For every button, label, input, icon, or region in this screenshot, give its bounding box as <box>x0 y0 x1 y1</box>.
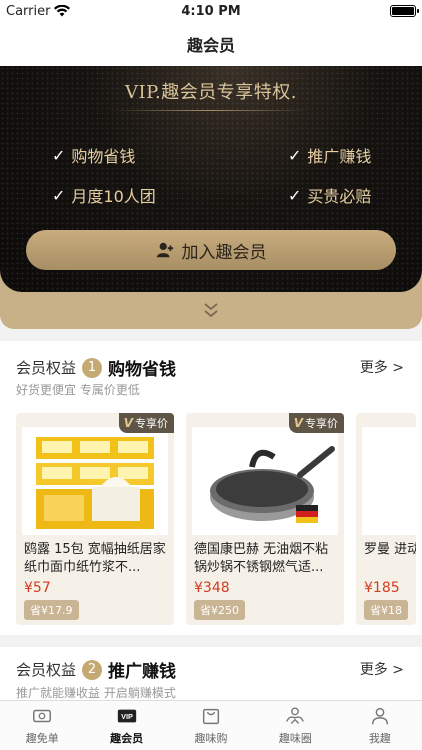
vip-v-icon: V <box>123 416 133 430</box>
benefit-item: ✓ 月度10人团 <box>52 183 156 207</box>
exclusive-price-badge: V 专享价 <box>118 413 174 433</box>
svg-text:VIP: VIP <box>121 712 133 721</box>
ticket-icon <box>33 709 52 723</box>
product-price: ¥57 <box>24 580 51 596</box>
section-subtitle: 推广就能赚收益 开启躺赚模式 <box>16 686 176 700</box>
check-icon: ✓ <box>288 185 302 205</box>
section-label: 会员权益 <box>16 661 77 679</box>
join-vip-label: 加入趣会员 <box>181 242 267 263</box>
exclusive-price-badge: V 专享价 <box>288 413 344 433</box>
product-list[interactable]: V 专享价 鸥露 15包 宽幅抽纸居家纸巾面巾纸竹浆不... ¥57 省¥17.… <box>16 413 416 625</box>
benefit-label: 买贵必赔 <box>307 187 372 206</box>
check-icon: ✓ <box>52 145 66 165</box>
tab-label: 趣味购 <box>194 732 228 745</box>
bag-icon <box>202 708 220 725</box>
product-image <box>362 427 416 535</box>
section-header: 会员权益 2 推广赚钱 <box>16 657 176 682</box>
benefit-label: 购物省钱 <box>71 147 136 166</box>
product-name: 鸥露 15包 宽幅抽纸居家纸巾面巾纸竹浆不... <box>24 542 166 575</box>
section-number-badge: 2 <box>82 659 103 680</box>
product-card[interactable]: V 专享价 德国康巴赫 无油烟不粘锅炒锅不锈钢燃气适... ¥348 省¥250 <box>186 413 344 625</box>
badge-label: 专享价 <box>305 417 338 430</box>
wifi-icon <box>54 5 71 17</box>
chevron-down-icon[interactable] <box>201 302 221 320</box>
benefit-label: 推广赚钱 <box>307 147 372 166</box>
benefit-item: ✓ 买贵必赔 <box>288 183 371 207</box>
vip-icon: VIP <box>117 709 136 723</box>
section-title: 推广赚钱 <box>108 662 177 682</box>
more-link[interactable]: 更多 > <box>360 357 404 377</box>
tab-free-order[interactable]: 趣免单 <box>0 701 84 750</box>
vip-banner-background: VIP.趣会员专享特权. ✓ 购物省钱 ✓ 推广赚钱 ✓ 月度10人团 ✓ 买贵… <box>0 66 422 292</box>
section-label: 会员权益 <box>16 359 77 377</box>
check-icon: ✓ <box>288 145 302 165</box>
section-promote-earn: 会员权益 2 推广赚钱 更多 > 推广就能赚收益 开启躺赚模式 <box>0 647 422 700</box>
nav-bar: 趣会员 <box>0 22 422 66</box>
section-header: 会员权益 1 购物省钱 <box>16 355 176 380</box>
wok-image <box>210 446 335 523</box>
product-card[interactable]: V 专享价 鸥露 15包 宽幅抽纸居家纸巾面巾纸竹浆不... ¥57 省¥17.… <box>16 413 174 625</box>
section-shopping-savings: 会员权益 1 购物省钱 更多 > 好货更便宜 专属价更低 V 专享价 鸥露 15… <box>0 341 422 635</box>
product-card[interactable]: 罗曼 进动牙刷 ¥185 省¥18 <box>356 413 416 625</box>
vip-title-divider <box>110 110 310 111</box>
section-number-badge: 1 <box>82 357 103 378</box>
product-price: ¥348 <box>194 580 230 596</box>
handshake-icon <box>286 707 305 724</box>
benefit-item: ✓ 推广赚钱 <box>288 143 371 167</box>
join-vip-button[interactable]: 加入趣会员 <box>26 230 396 270</box>
vip-v-icon: V <box>293 416 303 430</box>
benefit-item: ✓ 购物省钱 <box>52 143 135 167</box>
product-image-wok <box>192 427 338 535</box>
vip-banner-title: VIP.趣会员专享特权. <box>124 82 298 103</box>
product-image-tissues <box>22 427 168 535</box>
tab-fun-circle[interactable]: 趣味圈 <box>253 701 337 750</box>
tab-bar: 趣免单 VIP 趣会员 趣味购 趣味圈 我趣 <box>0 700 422 750</box>
tab-label: 我趣 <box>368 732 391 745</box>
tab-my-profile[interactable]: 我趣 <box>338 701 422 750</box>
battery-fill <box>392 7 414 15</box>
status-bar: Carrier 4:10 PM <box>0 0 422 22</box>
tab-label: 趣味圈 <box>278 732 312 745</box>
product-name: 德国康巴赫 无油烟不粘锅炒锅不锈钢燃气适... <box>194 542 329 575</box>
user-plus-icon <box>156 242 173 258</box>
section-subtitle: 好货更便宜 专属价更低 <box>16 383 140 397</box>
tab-fun-shopping[interactable]: 趣味购 <box>169 701 253 750</box>
page-title: 趣会员 <box>186 36 235 55</box>
battery-icon <box>390 5 419 17</box>
product-savings-tag: 省¥250 <box>194 600 245 620</box>
badge-label: 专享价 <box>135 417 168 430</box>
benefit-label: 月度10人团 <box>71 187 156 206</box>
more-link[interactable]: 更多 > <box>360 659 404 679</box>
product-savings-tag: 省¥18 <box>364 600 408 620</box>
product-price: ¥185 <box>364 580 400 596</box>
vip-banner: VIP.趣会员专享特权. ✓ 购物省钱 ✓ 推广赚钱 ✓ 月度10人团 ✓ 买贵… <box>0 66 422 329</box>
product-savings-tag: 省¥17.9 <box>24 600 79 620</box>
status-left: Carrier <box>6 3 71 19</box>
tab-label: 趣会员 <box>110 732 144 745</box>
tissue-pack-image <box>36 437 154 529</box>
person-icon <box>371 707 388 725</box>
product-name: 罗曼 进动牙刷 <box>364 542 416 557</box>
carrier-label: Carrier <box>6 3 51 19</box>
tab-vip[interactable]: VIP 趣会员 <box>84 701 168 750</box>
tab-label: 趣免单 <box>25 732 59 745</box>
section-title: 购物省钱 <box>108 360 177 380</box>
check-icon: ✓ <box>52 185 66 205</box>
